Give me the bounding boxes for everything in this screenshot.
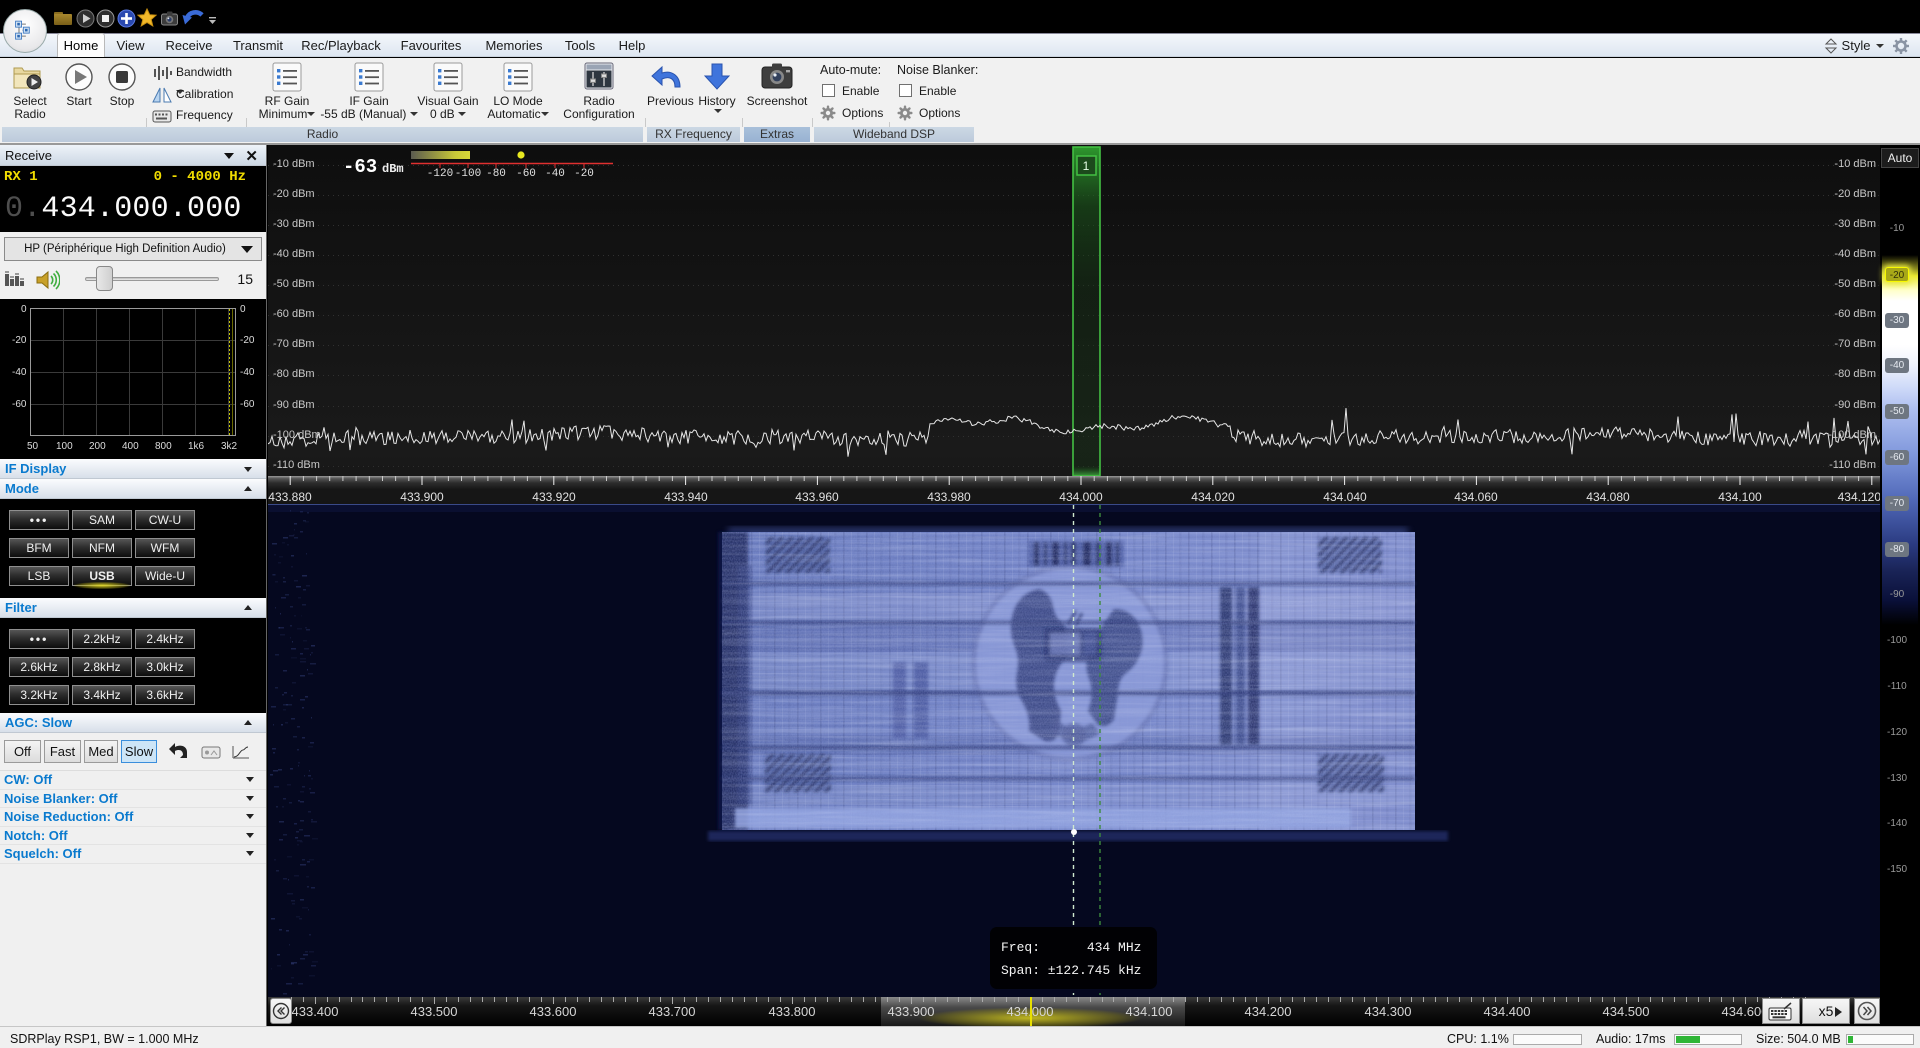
svg-text:-80: -80 <box>486 168 506 180</box>
svg-text:-63: -63 <box>343 156 377 178</box>
svg-text:-40: -40 <box>545 168 565 180</box>
svg-text:-120: -120 <box>427 168 453 180</box>
svg-text:dBm: dBm <box>382 162 404 176</box>
svg-text:-100: -100 <box>455 168 481 180</box>
svg-text:1: 1 <box>1083 159 1090 173</box>
svg-text:-20: -20 <box>574 168 594 180</box>
svg-text:-60: -60 <box>516 168 536 180</box>
